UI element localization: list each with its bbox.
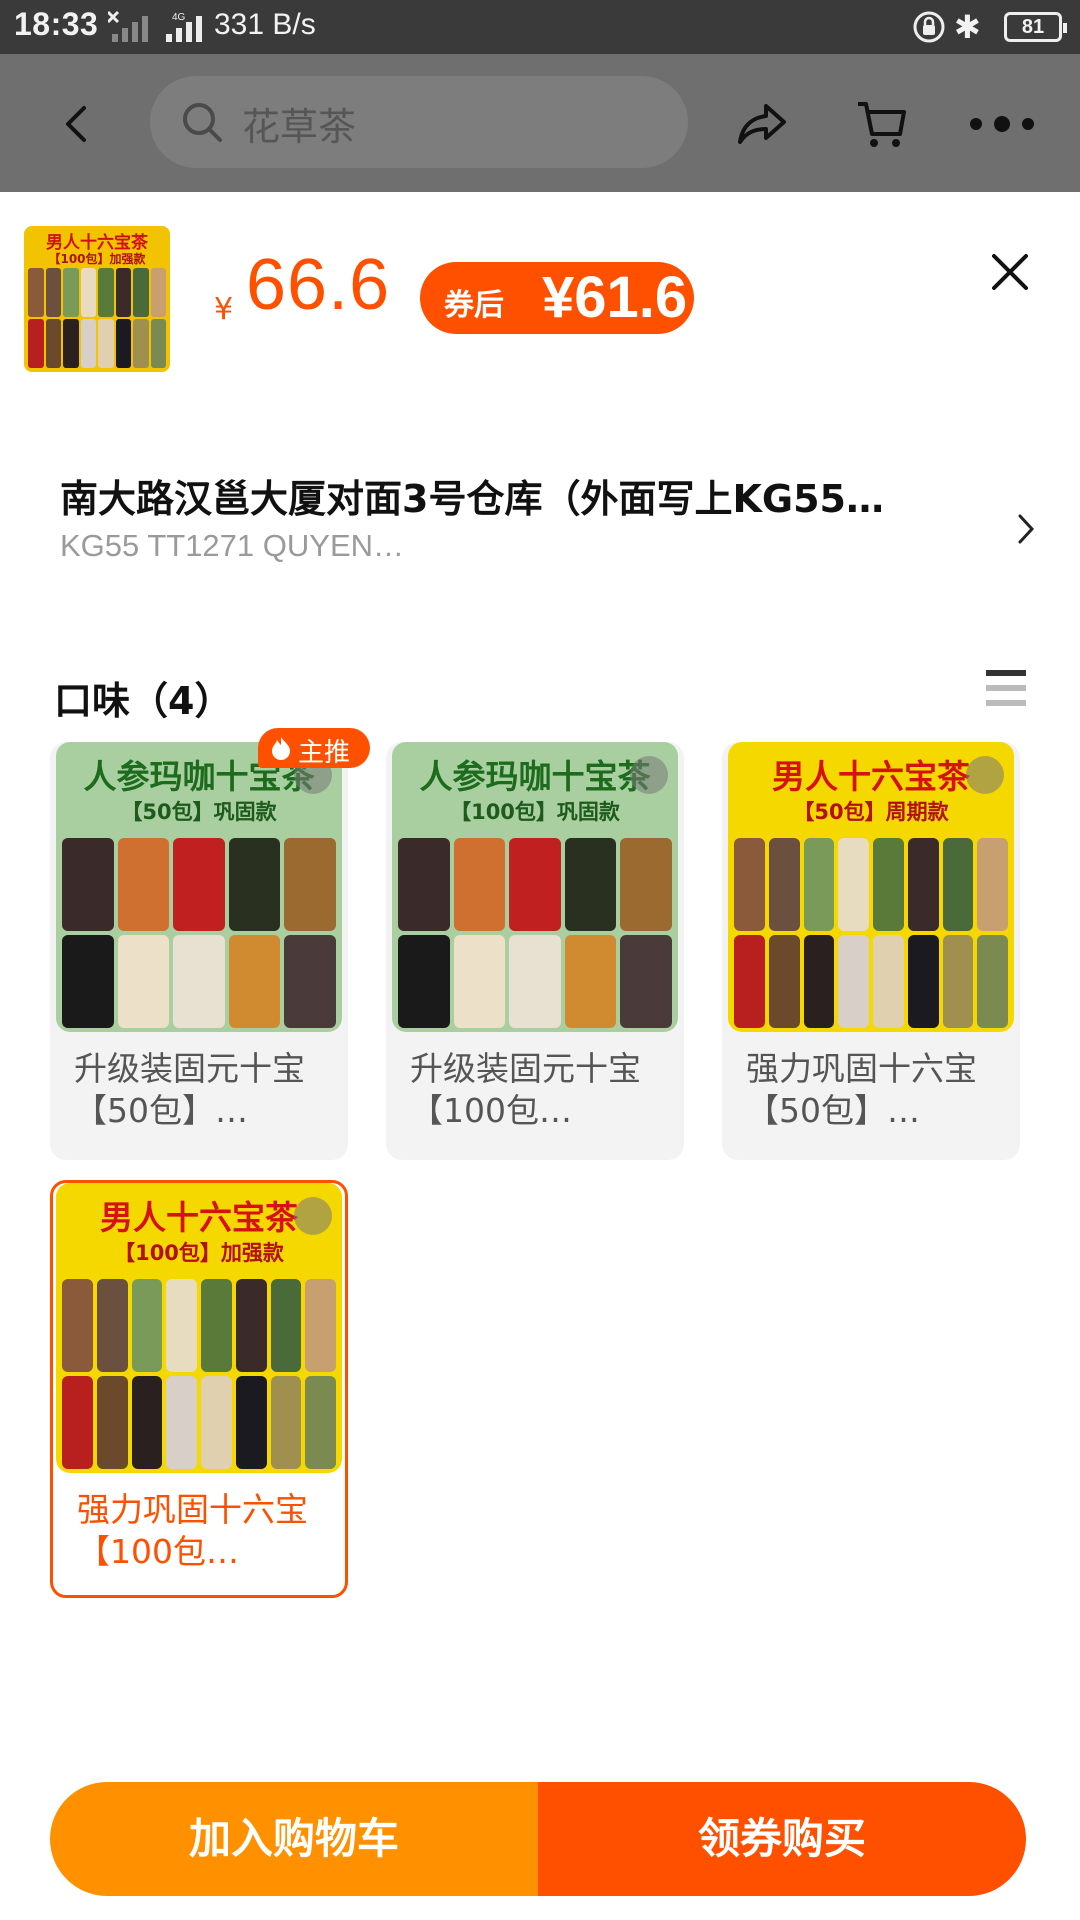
coupon-price: ¥61.6 [542,265,688,330]
herb-grid [62,838,336,1028]
option-card-2[interactable]: 人参玛咖十宝茶 【100包】巩固款 升级装固元十宝【100包… [386,742,684,1160]
option-caption: 强力巩固十六宝【100包… [77,1490,308,1571]
share-icon[interactable] [734,96,790,152]
option-image-subtitle: 【50包】周期款 [793,800,949,824]
herb-grid [398,838,672,1028]
coupon-label: 券后 [444,288,504,323]
signal-4g-icon: 4G [166,12,202,42]
recommended-badge-label: 主推 [298,738,351,768]
search-placeholder: 花草茶 [242,105,357,149]
buy-with-coupon-button[interactable]: 领券购买 [538,1782,1026,1896]
product-thumbnail[interactable]: 男人十六宝茶 【100包】加强款 [24,226,170,372]
option-caption: 升级装固元十宝【50包】… [74,1049,305,1130]
add-to-cart-button[interactable]: 加入购物车 [50,1782,538,1896]
search-bar[interactable]: 花草茶 [150,76,688,168]
herb-grid [62,1279,336,1469]
option-image: 人参玛咖十宝茶 【100包】巩固款 [392,742,678,1032]
recommended-badge: 主推 [258,728,370,768]
net-speed: 331 B/s [214,8,316,41]
expand-icon[interactable] [630,756,668,794]
thumbnail-subtitle: 【100包】加强款 [48,252,146,266]
svg-text:4G: 4G [172,12,186,23]
expand-icon[interactable] [294,1197,332,1235]
flame-icon [272,737,290,760]
option-image-subtitle: 【50包】巩固款 [121,800,277,824]
bluetooth-icon: ✱ [954,9,981,45]
battery-indicator: 81 [1004,12,1067,42]
option-image: 男人十六宝茶 【50包】周期款 [728,742,1014,1032]
search-icon [183,103,222,142]
option-caption: 强力巩固十六宝【50包】… [746,1049,977,1130]
coupon-price-badge: 券后 ¥61.6 [420,262,694,334]
rotation-lock-icon [913,11,945,43]
option-caption: 升级装固元十宝【100包… [410,1049,641,1130]
herb-grid [734,838,1008,1028]
list-view-icon[interactable] [984,666,1028,710]
delivery-address[interactable]: 南大路汉邕大厦对面3号仓库（外面写上KG55… KG55 TT1271 QUYE… [0,468,1080,588]
sku-selection-sheet: 男人十六宝茶 【100包】加强款 ¥ 66.6 券后 ¥61.6 南大路汉邕大厦… [0,192,1080,1920]
top-navigation-bar: 花草茶 [0,54,1080,192]
more-icon[interactable] [968,110,1038,138]
option-image-subtitle: 【100包】巩固款 [450,800,620,824]
status-bar: 18:33 4G 331 B/s ✱ 81 [0,0,1080,54]
signal-icon [108,10,148,42]
flavor-section-title: 口味（4） [54,679,233,723]
option-card-1[interactable]: 人参玛咖十宝茶 【50包】巩固款 升级装固元十宝【50包】… [50,742,348,1160]
address-line2: KG55 TT1271 QUYEN… [60,528,405,563]
option-image: 男人十六宝茶 【100包】加强款 [56,1183,342,1473]
close-icon[interactable] [990,252,1030,292]
option-card-4[interactable]: 男人十六宝茶 【100包】加强款 强力巩固十六宝【100包… [50,1180,348,1598]
expand-icon[interactable] [966,756,1004,794]
back-icon[interactable] [58,104,98,144]
option-image-subtitle: 【100包】加强款 [114,1241,284,1265]
status-time: 18:33 [14,6,99,42]
option-card-3[interactable]: 男人十六宝茶 【50包】周期款 强力巩固十六宝【50包】… [722,742,1020,1160]
chevron-right-icon [1018,514,1035,544]
thumbnail-herb-grid [28,268,166,368]
price: 66.6 [246,245,391,325]
option-image: 人参玛咖十宝茶 【50包】巩固款 [56,742,342,1032]
cart-icon[interactable] [854,96,910,152]
address-line1: 南大路汉邕大厦对面3号仓库（外面写上KG55… [60,477,884,521]
price-currency: ¥ [214,292,234,327]
